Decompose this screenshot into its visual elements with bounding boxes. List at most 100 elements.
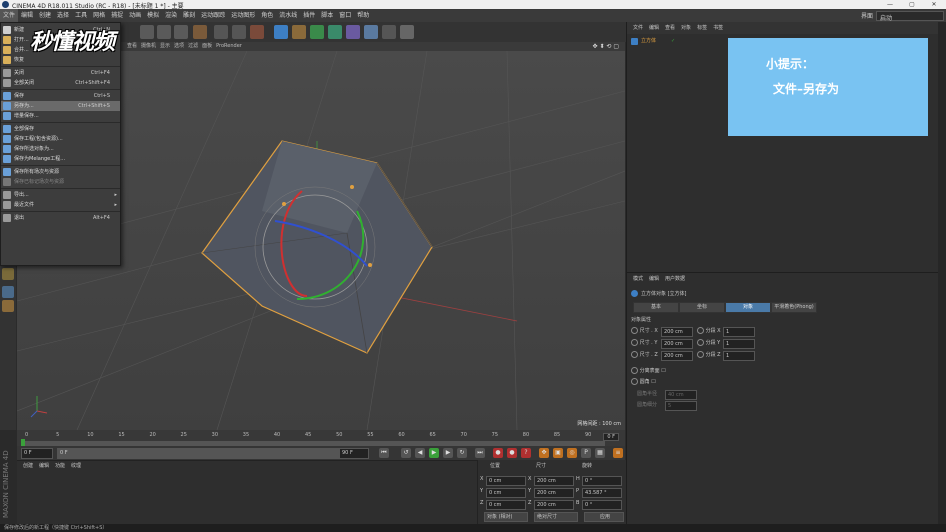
animate-radio[interactable] (631, 378, 638, 385)
file-menu-item[interactable]: 保存 Ctrl+S (1, 91, 120, 101)
deformer-icon[interactable] (346, 25, 360, 39)
key-param-icon[interactable]: P (581, 448, 591, 458)
next-key-icon[interactable]: ↻ (457, 448, 467, 458)
file-menu-item[interactable]: 保存所选对象为... (1, 144, 120, 154)
menu-render[interactable]: 渲染 (162, 9, 180, 22)
menu-character[interactable]: 角色 (258, 9, 276, 22)
attr-menu-edit[interactable]: 编辑 (649, 276, 659, 282)
menu-file[interactable]: 文件 (0, 9, 19, 22)
preview-range-slider[interactable]: 0 F (57, 448, 341, 459)
animate-radio[interactable] (697, 327, 704, 334)
rot-p-field[interactable]: 43.587 ° (582, 488, 622, 498)
tab-phong[interactable]: 平滑着色(Phong) (771, 302, 817, 313)
file-menu-item[interactable]: 最近文件 ▸ (1, 200, 120, 210)
size-x-input[interactable]: 200 cm (661, 327, 693, 337)
close-button[interactable]: ✕ (926, 0, 942, 9)
file-menu-item[interactable]: 保存为Melange工程... (1, 154, 120, 164)
coord-mode-dropdown[interactable]: 对象 (相对) (484, 512, 528, 522)
om-menu-bookmark[interactable]: 书签 (713, 25, 723, 31)
menu-create[interactable]: 创建 (36, 9, 54, 22)
subdivision-icon[interactable] (310, 25, 324, 39)
workplane-icon[interactable] (2, 286, 14, 298)
file-menu-item[interactable]: 关闭 Ctrl+F4 (1, 68, 120, 78)
array-icon[interactable] (328, 25, 342, 39)
animate-radio[interactable] (631, 339, 638, 346)
apply-button[interactable]: 应用 (584, 512, 624, 522)
gizmo-handle[interactable] (368, 263, 372, 267)
menu-edit[interactable]: 编辑 (18, 9, 36, 22)
material-menu-function[interactable]: 功能 (55, 463, 65, 469)
camera-icon[interactable] (382, 25, 396, 39)
animate-radio[interactable] (697, 339, 704, 346)
menu-help[interactable]: 帮助 (354, 9, 372, 22)
seg-z-input[interactable]: 1 (723, 351, 755, 361)
start-frame-field[interactable]: 0 F (21, 448, 53, 459)
menu-sculpt[interactable]: 雕刻 (180, 9, 198, 22)
menu-snap[interactable]: 捕捉 (108, 9, 126, 22)
scale-tool-icon[interactable] (157, 25, 171, 39)
play-icon[interactable]: ▶ (429, 448, 439, 458)
size-z-field[interactable]: 200 cm (534, 500, 574, 510)
menu-window[interactable]: 窗口 (336, 9, 354, 22)
menu-animate[interactable]: 动画 (126, 9, 144, 22)
viewport-menu-filter[interactable]: 过滤 (188, 43, 198, 49)
animate-radio[interactable] (631, 327, 638, 334)
object-row-cube[interactable]: 立方体 ✓ (631, 37, 711, 46)
material-menu-create[interactable]: 创建 (23, 463, 33, 469)
attr-menu-userdata[interactable]: 用户数据 (665, 276, 685, 282)
om-menu-file[interactable]: 文件 (633, 25, 643, 31)
tab-basic[interactable]: 基本 (633, 302, 679, 313)
viewport-menu-options[interactable]: 选项 (174, 43, 184, 49)
file-menu-item[interactable]: 保存工程(包含资源)... (1, 134, 120, 144)
animate-radio[interactable] (631, 367, 638, 374)
goto-end-icon[interactable]: ⏭ (475, 448, 485, 458)
goto-start-icon[interactable]: ⏮ (379, 448, 389, 458)
file-menu-item[interactable]: 导出... ▸ (1, 190, 120, 200)
seg-x-input[interactable]: 1 (723, 327, 755, 337)
menu-select[interactable]: 选择 (54, 9, 72, 22)
fillet-radius-input[interactable]: 40 cm (665, 390, 697, 400)
light-icon[interactable] (400, 25, 414, 39)
record-icon[interactable]: ● (493, 448, 503, 458)
key-position-icon[interactable]: ✥ (539, 448, 549, 458)
seg-y-input[interactable]: 1 (723, 339, 755, 349)
coordinate-system-icon[interactable] (193, 25, 207, 39)
size-x-field[interactable]: 200 cm (534, 476, 574, 486)
pen-spline-icon[interactable] (292, 25, 306, 39)
menu-pipeline[interactable]: 流水线 (276, 9, 300, 22)
rot-h-field[interactable]: 0 ° (582, 476, 622, 486)
rot-b-field[interactable]: 0 ° (582, 500, 622, 510)
key-pla-icon[interactable]: ▦ (595, 448, 605, 458)
separate-surfaces-checkbox[interactable]: ☐ (661, 368, 665, 374)
viewport-menu-panel[interactable]: 面板 (202, 43, 212, 49)
next-frame-icon[interactable]: ▶ (443, 448, 453, 458)
om-menu-edit[interactable]: 编辑 (649, 25, 659, 31)
om-menu-view[interactable]: 查看 (665, 25, 675, 31)
viewport-menu-display[interactable]: 显示 (160, 43, 170, 49)
size-y-input[interactable]: 200 cm (661, 339, 693, 349)
file-menu-item[interactable]: 保存所有场次与资源 (1, 167, 120, 177)
rotate-tool-icon[interactable] (174, 25, 188, 39)
file-menu-item[interactable]: 另存为... Ctrl+Shift+S (1, 101, 120, 111)
maximize-button[interactable]: ▢ (904, 0, 920, 9)
menu-motion-tracking[interactable]: 运动跟踪 (198, 9, 228, 22)
fillet-sub-input[interactable]: 5 (665, 401, 697, 411)
menu-plugins[interactable]: 插件 (300, 9, 318, 22)
timeline-window-icon[interactable]: ≡ (613, 448, 623, 458)
om-menu-tag[interactable]: 标签 (697, 25, 707, 31)
end-frame-field[interactable]: 90 F (339, 448, 369, 459)
menu-simulate[interactable]: 模拟 (144, 9, 162, 22)
lock-axis-icon[interactable] (2, 268, 14, 280)
menu-script[interactable]: 脚本 (318, 9, 336, 22)
visibility-check-icon[interactable]: ✓ (671, 38, 675, 45)
file-menu-item[interactable]: 全部保存 (1, 124, 120, 134)
keyframe-selection-icon[interactable]: ? (521, 448, 531, 458)
menu-mograph[interactable]: 运动图形 (228, 9, 258, 22)
viewport-menu-prorender[interactable]: ProRender (216, 43, 242, 49)
attr-menu-mode[interactable]: 模式 (633, 276, 643, 282)
render-picture-viewer-icon[interactable] (232, 25, 246, 39)
tab-coord[interactable]: 坐标 (679, 302, 725, 313)
prev-key-icon[interactable]: ↺ (401, 448, 411, 458)
file-menu-item[interactable]: 退出 Alt+F4 (1, 213, 120, 223)
gizmo-handle[interactable] (350, 185, 354, 189)
